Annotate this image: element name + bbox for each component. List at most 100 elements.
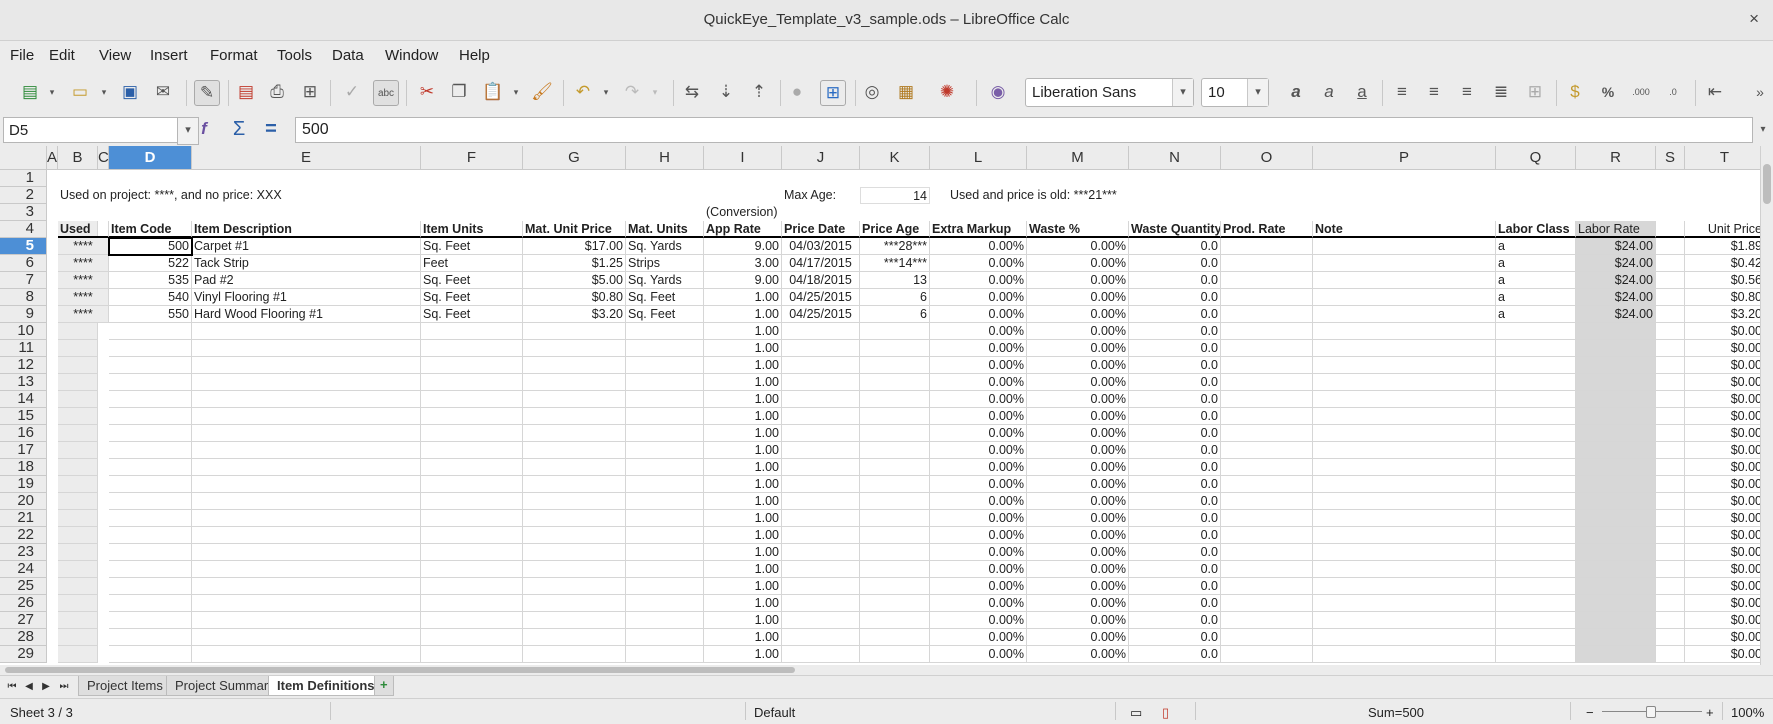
table-cell[interactable]: 0.00% xyxy=(1027,476,1129,493)
grid-cell[interactable] xyxy=(1576,578,1656,595)
grid-cell[interactable] xyxy=(523,476,626,493)
grid-cell[interactable] xyxy=(1221,340,1313,357)
grid-cell[interactable] xyxy=(1313,323,1496,340)
table-cell[interactable]: 500 xyxy=(109,238,192,255)
table-cell[interactable]: 13 xyxy=(860,272,930,289)
table-cell[interactable]: 0.00% xyxy=(930,527,1027,544)
grid-cell[interactable] xyxy=(1656,578,1685,595)
table-cell[interactable] xyxy=(1313,306,1496,323)
row-header[interactable]: 9 xyxy=(0,306,47,323)
grid-cell[interactable] xyxy=(109,374,192,391)
grid-cell[interactable] xyxy=(523,493,626,510)
grid-cell[interactable] xyxy=(1656,272,1685,289)
grid-cell[interactable] xyxy=(192,561,421,578)
grid-cell[interactable] xyxy=(1313,527,1496,544)
table-cell[interactable]: 0.00% xyxy=(1027,493,1129,510)
table-cell[interactable]: $5.00 xyxy=(523,272,626,289)
table-cell[interactable]: Sq. Feet xyxy=(626,289,704,306)
grid-cell[interactable] xyxy=(1313,357,1496,374)
grid-cell[interactable] xyxy=(1496,527,1576,544)
table-cell[interactable]: $1.89 xyxy=(1685,238,1760,255)
row-header[interactable]: 26 xyxy=(0,595,47,612)
row-header[interactable]: 21 xyxy=(0,510,47,527)
grid-cell[interactable] xyxy=(860,578,930,595)
table-cell[interactable]: $0.00 xyxy=(1685,425,1760,442)
grid-cell[interactable] xyxy=(860,629,930,646)
grid-cell[interactable] xyxy=(626,561,704,578)
clone-formatting-icon[interactable]: 🖌 xyxy=(530,80,554,104)
grid-cell[interactable] xyxy=(1576,476,1656,493)
table-cell[interactable]: 0.0 xyxy=(1129,561,1221,578)
sort-descending-icon[interactable]: ⇡ xyxy=(747,80,771,104)
table-cell[interactable]: 1.00 xyxy=(704,289,782,306)
table-cell[interactable]: 1.00 xyxy=(704,357,782,374)
table-cell[interactable]: 0.00% xyxy=(930,374,1027,391)
grid-cell[interactable] xyxy=(421,459,523,476)
column-header[interactable]: F xyxy=(421,146,523,170)
formula-icon[interactable]: = xyxy=(259,117,283,141)
table-cell[interactable]: 1.00 xyxy=(704,629,782,646)
grid-cell[interactable] xyxy=(1496,544,1576,561)
table-cell[interactable]: $0.00 xyxy=(1685,629,1760,646)
grid-cell[interactable] xyxy=(626,578,704,595)
menu-file[interactable]: File xyxy=(10,47,34,64)
grid-cell[interactable] xyxy=(1656,510,1685,527)
grid-cell[interactable] xyxy=(626,612,704,629)
grid-cell[interactable] xyxy=(626,459,704,476)
grid-cell[interactable] xyxy=(1576,544,1656,561)
grid-cell[interactable] xyxy=(109,544,192,561)
table-cell[interactable]: 0.00% xyxy=(930,578,1027,595)
grid-cell[interactable] xyxy=(1221,561,1313,578)
column-header[interactable]: P xyxy=(1313,146,1496,170)
table-cell[interactable]: $0.56 xyxy=(1685,272,1760,289)
table-cell[interactable]: 0.0 xyxy=(1129,612,1221,629)
grid-cell[interactable] xyxy=(421,374,523,391)
table-cell[interactable]: 1.00 xyxy=(704,425,782,442)
table-cell[interactable]: **** xyxy=(58,289,109,306)
table-cell[interactable]: 0.0 xyxy=(1129,272,1221,289)
table-cell[interactable]: 04/03/2015 xyxy=(782,238,860,255)
table-cell[interactable]: $0.80 xyxy=(1685,289,1760,306)
grid-cell[interactable] xyxy=(782,476,860,493)
table-cell[interactable]: 6 xyxy=(860,306,930,323)
table-cell[interactable]: 0.00% xyxy=(1027,238,1129,255)
table-cell[interactable]: 3.00 xyxy=(704,255,782,272)
row-header[interactable]: 10 xyxy=(0,323,47,340)
grid-cell[interactable] xyxy=(1313,629,1496,646)
gallery-icon[interactable]: ▦ xyxy=(894,80,918,104)
table-cell[interactable]: $24.00 xyxy=(1576,289,1656,306)
table-cell[interactable]: 0.00% xyxy=(930,476,1027,493)
open-icon[interactable]: ▭ xyxy=(68,80,92,104)
grid-cell[interactable] xyxy=(1576,340,1656,357)
table-cell[interactable]: ***14*** xyxy=(860,255,930,272)
grid-cell[interactable] xyxy=(58,323,98,340)
grid-cell[interactable] xyxy=(523,357,626,374)
zoom-out-icon[interactable]: − xyxy=(1586,705,1594,720)
grid-cell[interactable] xyxy=(1656,646,1685,663)
grid-cell[interactable] xyxy=(58,493,98,510)
grid-cell[interactable] xyxy=(109,340,192,357)
table-cell[interactable]: $0.00 xyxy=(1685,340,1760,357)
grid-cell[interactable] xyxy=(523,425,626,442)
tab-project-items[interactable]: Project Items xyxy=(78,676,172,696)
grid-cell[interactable] xyxy=(1656,306,1685,323)
grid-cell[interactable] xyxy=(421,561,523,578)
row-header[interactable]: 24 xyxy=(0,561,47,578)
grid-cell[interactable] xyxy=(1576,561,1656,578)
grid-cell[interactable] xyxy=(626,476,704,493)
table-cell[interactable]: 1.00 xyxy=(704,561,782,578)
grid-cell[interactable] xyxy=(109,442,192,459)
grid-cell[interactable] xyxy=(109,510,192,527)
max-age-value[interactable]: 14 xyxy=(860,187,930,204)
menu-window[interactable]: Window xyxy=(385,47,438,64)
column-header[interactable]: T xyxy=(1685,146,1760,170)
table-cell[interactable] xyxy=(1313,255,1496,272)
table-cell[interactable]: a xyxy=(1496,289,1576,306)
grid-cell[interactable] xyxy=(523,459,626,476)
grid-cell[interactable] xyxy=(109,357,192,374)
redo-dropdown-icon[interactable]: ▾ xyxy=(643,80,667,104)
menu-data[interactable]: Data xyxy=(332,47,364,64)
grid-cell[interactable] xyxy=(1576,612,1656,629)
table-cell[interactable]: $0.00 xyxy=(1685,527,1760,544)
table-cell[interactable]: $0.00 xyxy=(1685,442,1760,459)
